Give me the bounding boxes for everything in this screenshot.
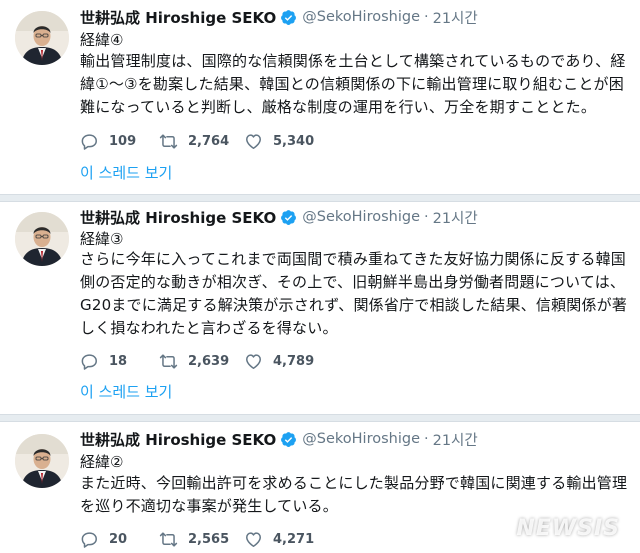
reply-icon: [80, 132, 99, 151]
reply-icon: [80, 530, 99, 549]
retweet-count: 2,764: [188, 133, 230, 149]
retweet-count: 2,565: [188, 531, 230, 547]
tweet-line: 緯①～③を勘案した結果、韓国との信頼関係の下に輸出管理に取り組むことが困: [80, 75, 624, 93]
verified-badge-icon: [280, 209, 297, 226]
like-icon: [244, 132, 263, 151]
separator-dot: ·: [424, 9, 429, 25]
like-button[interactable]: 4,271: [244, 530, 322, 549]
tweet-header: 世耕弘成 Hiroshige SEKO @SekoHiroshige · 21시…: [80, 428, 478, 450]
like-button[interactable]: 4,789: [244, 352, 322, 371]
tweet-line: を巡り不適切な事案が発生している。: [80, 497, 338, 515]
display-name[interactable]: 世耕弘成 Hiroshige SEKO: [80, 429, 276, 450]
timestamp[interactable]: 21시간: [433, 429, 478, 450]
tweet-line: 難になっていると判断し、厳格な制度の運用を行い、万全を期すこととた。: [80, 98, 597, 116]
retweet-button[interactable]: 2,565: [159, 530, 244, 549]
tweet-line: また近時、今回輸出許可を求めることにした製品分野で韓国に関連する輸出管理: [80, 474, 628, 492]
display-name[interactable]: 世耕弘成 Hiroshige SEKO: [80, 207, 276, 228]
reply-button[interactable]: 20: [80, 530, 159, 549]
retweet-icon: [159, 352, 178, 371]
like-count: 4,271: [273, 531, 315, 547]
tweet-actions: 18 2,639 4,789: [80, 350, 322, 372]
reply-button[interactable]: 18: [80, 352, 159, 371]
watermark: NEWSIS: [516, 516, 620, 541]
tweet-body: 輸出管理制度は、国際的な信頼関係を土台として構築されているものであり、経 緯①～…: [80, 50, 628, 119]
verified-badge-icon: [280, 431, 297, 448]
handle[interactable]: @SekoHiroshige: [302, 209, 420, 225]
tweet-separator: [0, 194, 640, 202]
display-name[interactable]: 世耕弘成 Hiroshige SEKO: [80, 7, 276, 28]
show-thread-link[interactable]: 이 스레드 보기: [80, 162, 172, 183]
tweet-header: 世耕弘成 Hiroshige SEKO @SekoHiroshige · 21시…: [80, 206, 478, 228]
separator-dot: ·: [424, 209, 429, 225]
tweet-heading: 経緯④: [80, 31, 124, 49]
reply-count: 109: [109, 133, 137, 149]
tweet-line: 輸出管理制度は、国際的な信頼関係を土台として構築されているものであり、経: [80, 52, 626, 70]
handle[interactable]: @SekoHiroshige: [302, 431, 420, 447]
retweet-button[interactable]: 2,764: [159, 132, 244, 151]
tweet-line: G20までに満足する解決策が示されず、関係省庁で相談した結果、信頼関係が著: [80, 296, 628, 314]
reply-button[interactable]: 109: [80, 132, 159, 151]
tweet-body: また近時、今回輸出許可を求めることにした製品分野で韓国に関連する輸出管理 を巡り…: [80, 472, 628, 518]
handle[interactable]: @SekoHiroshige: [302, 9, 420, 25]
reply-count: 18: [109, 353, 128, 369]
tweet-actions: 109 2,764 5,340: [80, 130, 322, 152]
tweet-line: さらに今年に入ってこれまで両国間で積み重ねてきた友好協力関係に反する韓国: [80, 250, 627, 268]
tweet-body: さらに今年に入ってこれまで両国間で積み重ねてきた友好協力関係に反する韓国 側の否…: [80, 248, 628, 340]
tweet-heading: 経緯②: [80, 453, 124, 471]
separator-dot: ·: [424, 431, 429, 447]
tweet-2[interactable]: 世耕弘成 Hiroshige SEKO @SekoHiroshige · 21시…: [0, 202, 640, 414]
tweet-line: しく損なわれたと言わざるを得ない。: [80, 319, 338, 337]
avatar[interactable]: [15, 434, 69, 488]
avatar[interactable]: [15, 11, 69, 65]
avatar[interactable]: [15, 212, 69, 266]
timestamp[interactable]: 21시간: [433, 207, 478, 228]
reply-icon: [80, 352, 99, 371]
show-thread-link[interactable]: 이 스레드 보기: [80, 381, 172, 402]
tweet-line: 側の否定的な動きが相次ぎ、その上で、旧朝鮮半島出身労働者問題については、: [80, 273, 626, 291]
tweet-header: 世耕弘成 Hiroshige SEKO @SekoHiroshige · 21시…: [80, 6, 478, 28]
like-button[interactable]: 5,340: [244, 132, 322, 151]
retweet-icon: [159, 530, 178, 549]
retweet-button[interactable]: 2,639: [159, 352, 244, 371]
tweet-heading: 経緯③: [80, 230, 124, 248]
like-count: 4,789: [273, 353, 315, 369]
like-count: 5,340: [273, 133, 315, 149]
verified-badge-icon: [280, 9, 297, 26]
like-icon: [244, 352, 263, 371]
tweet-separator: [0, 414, 640, 422]
retweet-icon: [159, 132, 178, 151]
timestamp[interactable]: 21시간: [433, 7, 478, 28]
retweet-count: 2,639: [188, 353, 230, 369]
tweet-actions: 20 2,565 4,271: [80, 528, 322, 550]
like-icon: [244, 530, 263, 549]
reply-count: 20: [109, 531, 128, 547]
tweet-1[interactable]: 世耕弘成 Hiroshige SEKO @SekoHiroshige · 21시…: [0, 0, 640, 194]
